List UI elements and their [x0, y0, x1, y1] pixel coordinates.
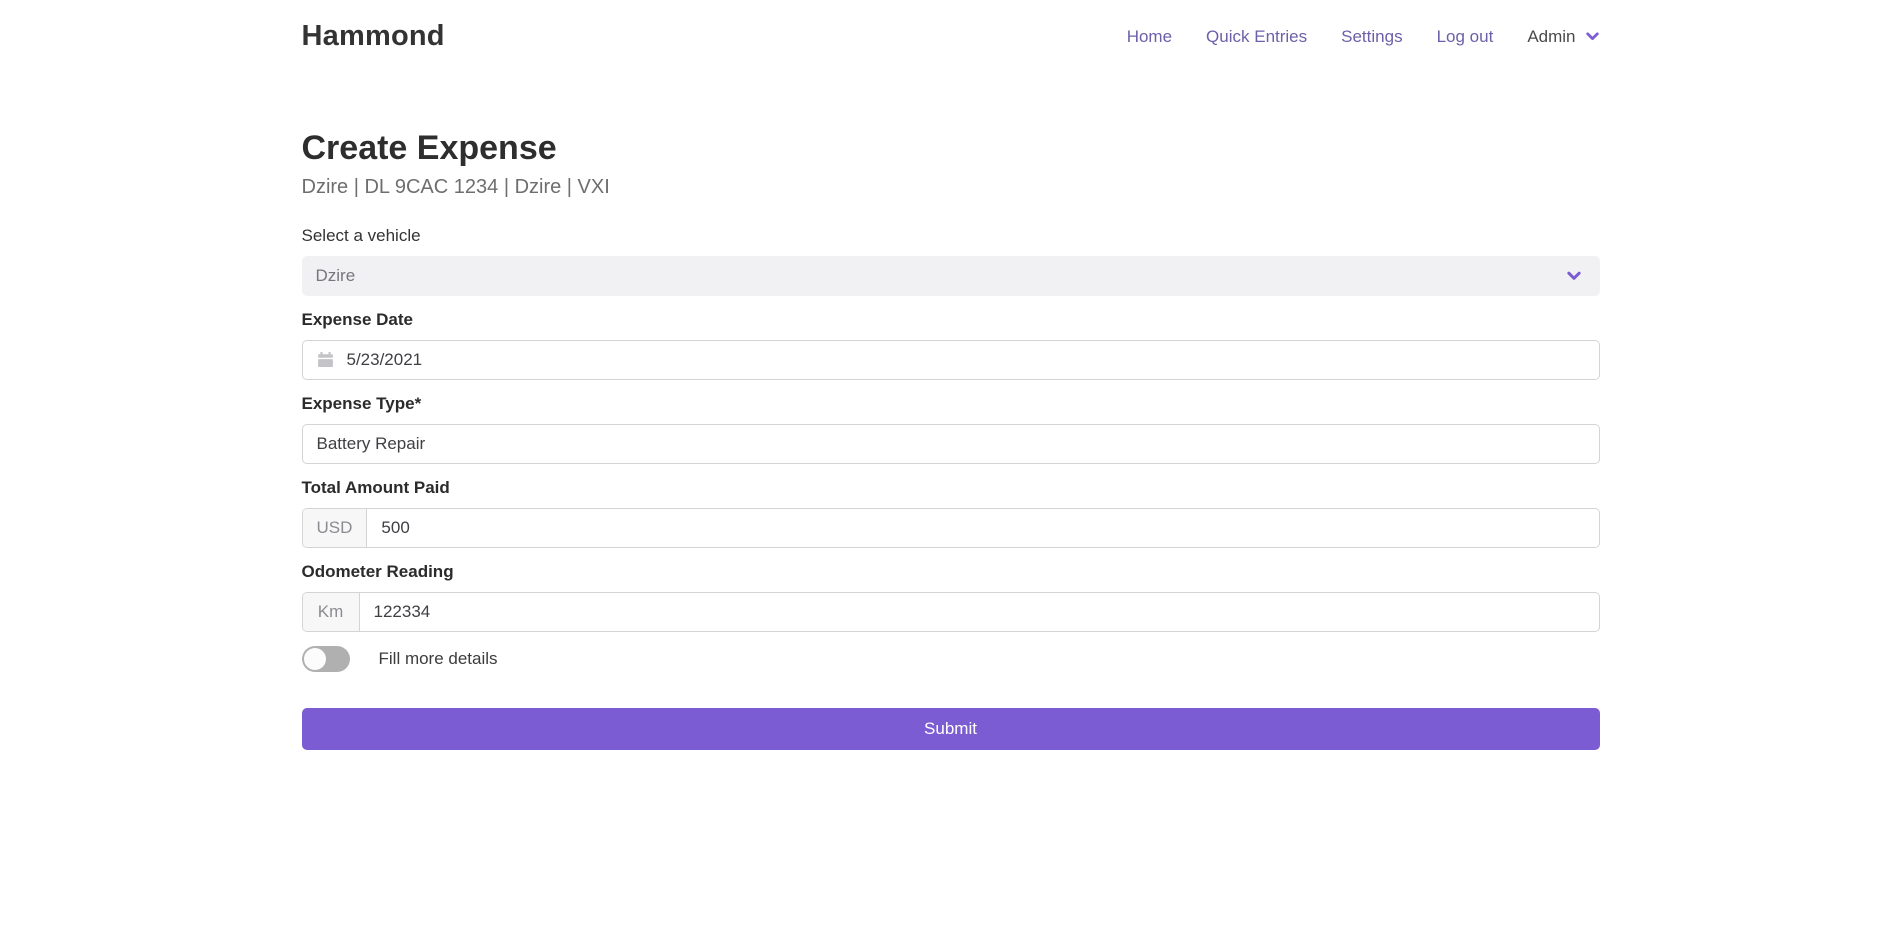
- odometer-box: Km: [302, 592, 1600, 632]
- expense-type-label: Expense Type*: [302, 394, 1600, 414]
- odometer-label: Odometer Reading: [302, 562, 1600, 582]
- vehicle-select-label: Select a vehicle: [302, 226, 1600, 246]
- expense-form: Select a vehicle Dzire Expense Date: [302, 226, 1600, 750]
- brand-logo[interactable]: Hammond: [302, 20, 445, 53]
- vehicle-select-value: Dzire: [316, 266, 356, 286]
- nav-link-quick-entries[interactable]: Quick Entries: [1206, 27, 1307, 47]
- chevron-down-icon: [1585, 29, 1600, 44]
- unit-prefix: Km: [303, 593, 360, 631]
- toggle-knob: [304, 648, 326, 670]
- expense-date-box: [302, 340, 1600, 380]
- more-details-label: Fill more details: [379, 649, 498, 669]
- expense-type-box: [302, 424, 1600, 464]
- total-amount-field: Total Amount Paid USD: [302, 478, 1600, 548]
- more-details-toggle[interactable]: [302, 646, 350, 672]
- expense-type-field: Expense Type*: [302, 394, 1600, 464]
- more-details-row: Fill more details: [302, 646, 1600, 672]
- expense-date-input[interactable]: [334, 341, 1599, 379]
- page-title: Create Expense: [302, 128, 1600, 169]
- nav-link-home[interactable]: Home: [1127, 27, 1172, 47]
- odometer-field: Odometer Reading Km: [302, 562, 1600, 632]
- expense-type-input[interactable]: [303, 425, 1599, 463]
- odometer-input[interactable]: [360, 593, 1599, 631]
- admin-dropdown[interactable]: Admin: [1527, 27, 1599, 47]
- nav-link-settings[interactable]: Settings: [1341, 27, 1402, 47]
- nav-link-logout[interactable]: Log out: [1437, 27, 1494, 47]
- expense-date-field: Expense Date: [302, 310, 1600, 380]
- create-expense-page: Create Expense Dzire | DL 9CAC 1234 | Dz…: [0, 73, 1901, 750]
- total-amount-input[interactable]: [367, 509, 1598, 547]
- main-nav: Home Quick Entries Settings Log out Admi…: [1127, 27, 1600, 47]
- navbar: Hammond Home Quick Entries Settings Log …: [0, 0, 1901, 73]
- total-amount-box: USD: [302, 508, 1600, 548]
- total-amount-label: Total Amount Paid: [302, 478, 1600, 498]
- vehicle-select[interactable]: Dzire: [302, 256, 1600, 296]
- chevron-down-icon: [1566, 268, 1582, 284]
- vehicle-summary: Dzire | DL 9CAC 1234 | Dzire | VXI: [302, 176, 1600, 199]
- calendar-icon: [317, 351, 334, 368]
- vehicle-field: Select a vehicle Dzire: [302, 226, 1600, 296]
- admin-dropdown-label: Admin: [1527, 27, 1575, 47]
- expense-date-label: Expense Date: [302, 310, 1600, 330]
- submit-button[interactable]: Submit: [302, 708, 1600, 750]
- currency-prefix: USD: [303, 509, 368, 547]
